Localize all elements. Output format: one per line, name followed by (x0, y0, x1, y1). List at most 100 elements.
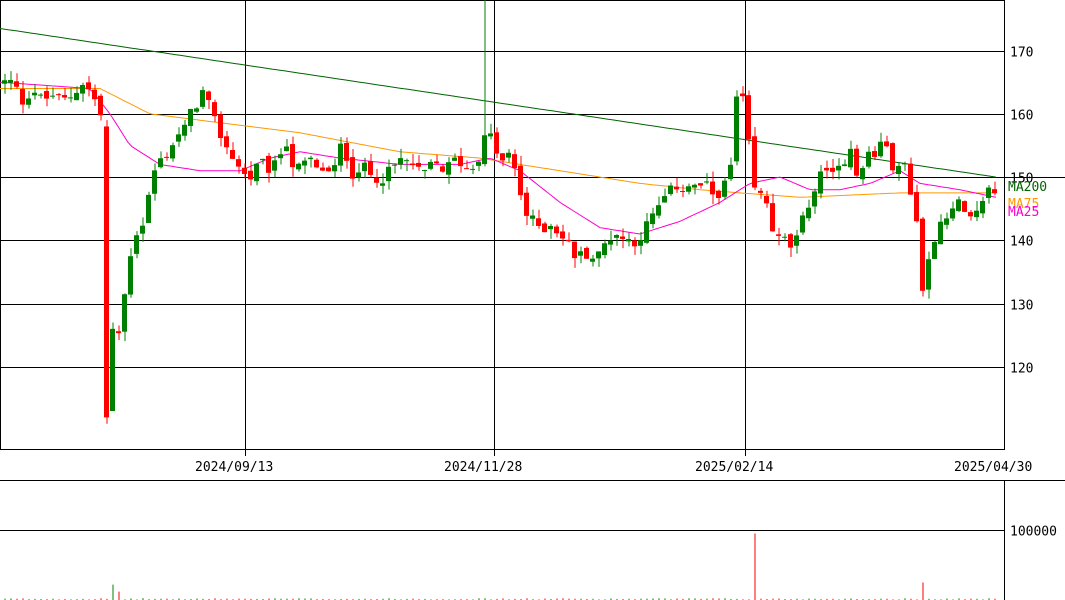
candle-up (626, 239, 631, 242)
candle-up (278, 154, 283, 159)
candle-down (524, 192, 529, 216)
candle-down (458, 156, 463, 167)
candle-up (932, 242, 937, 259)
candle-up (842, 164, 847, 167)
candle-up (128, 256, 133, 295)
candle-up (26, 98, 31, 105)
candle-down (518, 165, 523, 196)
candle-up (848, 148, 853, 168)
candle-down (698, 183, 703, 186)
candle-up (38, 94, 43, 96)
candle-up (548, 225, 553, 230)
candle-down (620, 236, 625, 239)
candle-down (776, 234, 781, 236)
candle-up (986, 187, 991, 198)
moving-average-legend: MA200MA75MA25 (1008, 180, 1047, 220)
candle-down (374, 177, 379, 183)
candle-down (674, 186, 679, 190)
price-tick-label: 170 (1010, 46, 1033, 61)
candle-down (854, 148, 859, 176)
candle-up (578, 251, 583, 256)
candle-down (242, 167, 247, 174)
candle-up (608, 240, 613, 245)
candle-up (956, 199, 961, 211)
candle-up (488, 133, 493, 137)
candle-up (668, 185, 673, 195)
candle-down (224, 136, 229, 148)
candle-down (164, 156, 169, 158)
candle-up (818, 171, 823, 194)
candlesticks (2, 0, 997, 424)
candle-up (812, 191, 817, 207)
candle-up (530, 215, 535, 219)
candle-down (104, 126, 109, 418)
ma-legend-ma200: MA200 (1008, 180, 1047, 195)
price-tick-label: 130 (1010, 299, 1033, 314)
candle-up (404, 160, 409, 162)
candle-down (770, 203, 775, 232)
candle-up (272, 160, 277, 171)
candle-down (230, 150, 235, 159)
candle-up (32, 92, 37, 96)
candle-down (416, 162, 421, 167)
candle-down (62, 95, 67, 98)
candle-down (206, 91, 211, 101)
candle-down (890, 143, 895, 171)
candle-up (596, 251, 601, 259)
candle-down (14, 81, 19, 87)
candle-up (602, 243, 607, 256)
candle-down (884, 141, 889, 147)
candle-down (788, 234, 793, 248)
candle-up (284, 146, 289, 152)
candle-up (398, 158, 403, 165)
candle-down (554, 226, 559, 234)
candle-up (974, 210, 979, 218)
candle-down (290, 144, 295, 168)
candle-up (860, 168, 865, 180)
candle-down (116, 331, 121, 334)
candle-up (146, 194, 151, 223)
candle-up (134, 235, 139, 254)
candle-up (362, 162, 367, 172)
candle-up (200, 90, 205, 107)
candle-up (476, 161, 481, 166)
ma-legend-ma25: MA25 (1008, 205, 1039, 220)
candle-up (728, 164, 733, 180)
candle-down (536, 218, 541, 226)
candle-up (170, 145, 175, 159)
candle-down (434, 161, 439, 164)
candle-up (866, 151, 871, 167)
candle-up (338, 143, 343, 166)
candle-up (308, 157, 313, 160)
volume-tick-label: 100000 (1010, 525, 1057, 540)
candle-down (494, 132, 499, 154)
candle-up (656, 205, 661, 216)
candle-up (950, 208, 955, 219)
candle-down (368, 161, 373, 175)
candle-up (260, 158, 265, 161)
candle-up (722, 180, 727, 197)
candle-up (446, 162, 451, 175)
candle-down (236, 159, 241, 167)
candle-up (506, 152, 511, 158)
candle-up (794, 235, 799, 246)
candle-up (482, 135, 487, 165)
candle-down (584, 247, 589, 259)
candle-down (314, 159, 319, 168)
candle-up (74, 92, 79, 101)
price-tick-label: 160 (1010, 109, 1033, 124)
stock-chart: 120130140150160170 MA200MA75MA25 2024/09… (0, 0, 1065, 600)
candle-up (386, 166, 391, 182)
candle-up (452, 157, 457, 161)
candle-down (758, 190, 763, 193)
candle-down (464, 168, 469, 170)
price-tick-label: 140 (1010, 235, 1033, 250)
candle-up (638, 240, 643, 246)
candle-down (440, 166, 445, 172)
candle-up (926, 259, 931, 290)
candle-down (632, 240, 637, 247)
price-tick-label: 120 (1010, 362, 1033, 377)
candle-up (836, 165, 841, 171)
candle-down (920, 218, 925, 291)
candle-down (410, 163, 415, 166)
